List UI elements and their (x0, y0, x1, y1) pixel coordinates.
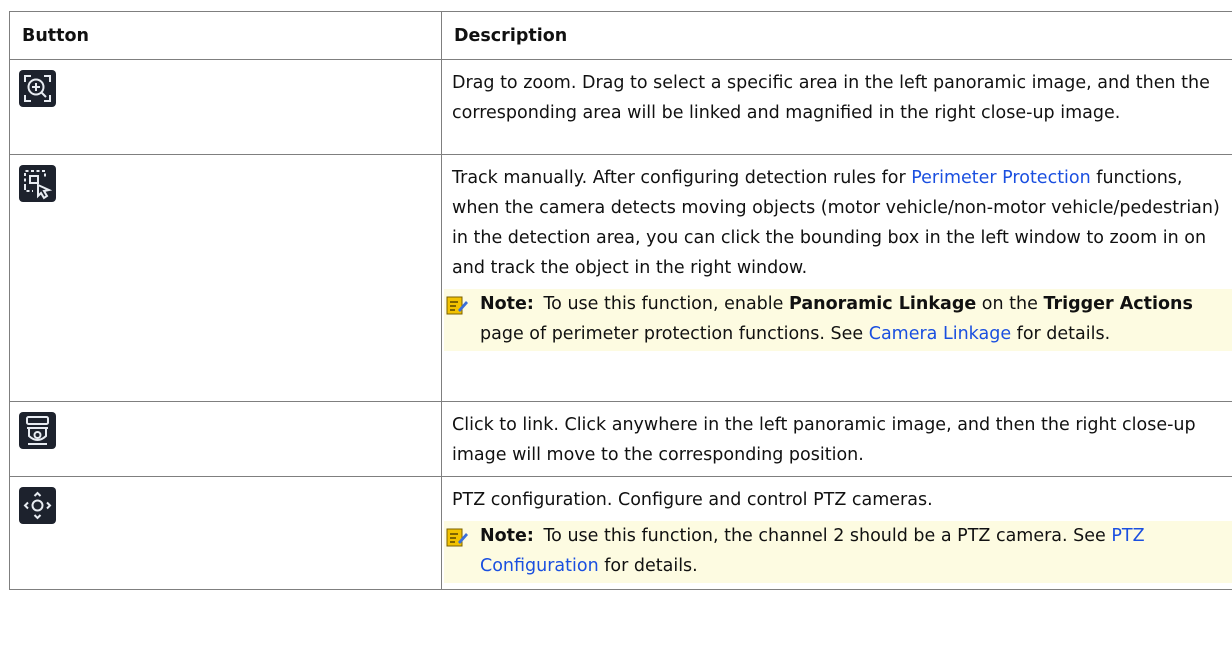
description-text: PTZ configuration. Configure and control… (452, 490, 933, 510)
description-cell: Track manually. After configuring detect… (441, 154, 1232, 402)
camera-linkage-link[interactable]: Camera Linkage (869, 324, 1011, 344)
note-text: To use this function, enable (537, 294, 789, 314)
dome-camera-link-icon (19, 412, 56, 449)
note-label: Note: (480, 526, 534, 546)
note-text: for details. (1011, 324, 1111, 344)
note-text: for details. (598, 556, 698, 576)
table-header-row: Button Description (9, 11, 1232, 60)
description-text: Drag to zoom. Drag to select a specific … (452, 73, 1210, 123)
table-row: Track manually. After configuring detect… (9, 154, 1232, 402)
note-text: To use this function, the channel 2 shou… (537, 526, 1112, 546)
description-cell: Drag to zoom. Drag to select a specific … (441, 59, 1232, 155)
note-bold-text: Panoramic Linkage (788, 294, 977, 314)
table-row: Drag to zoom. Drag to select a specific … (9, 59, 1232, 155)
note-box: Note: To use this function, enable Panor… (444, 289, 1232, 351)
button-cell (9, 476, 442, 590)
note-label: Note: (480, 294, 534, 314)
ptz-control-icon (19, 487, 56, 524)
note-icon (446, 295, 468, 315)
zoom-in-frame-icon (19, 70, 56, 107)
button-description-table: Button Description Drag to zoom. Drag to… (9, 11, 1232, 590)
note-box: Note: To use this function, the channel … (444, 521, 1232, 583)
table-row: Click to link. Click anywhere in the lef… (9, 401, 1232, 477)
note-text: on the (976, 294, 1044, 314)
manual-track-icon (19, 165, 56, 202)
description-cell: Click to link. Click anywhere in the lef… (441, 401, 1232, 477)
description-text: Click to link. Click anywhere in the lef… (452, 415, 1196, 465)
button-cell (9, 59, 442, 155)
perimeter-protection-link[interactable]: Perimeter Protection (911, 168, 1091, 188)
button-cell (9, 401, 442, 477)
table-row: PTZ configuration. Configure and control… (9, 476, 1232, 590)
description-cell: PTZ configuration. Configure and control… (441, 476, 1232, 590)
header-description: Description (441, 11, 1232, 60)
note-text: page of perimeter protection functions. … (480, 324, 869, 344)
description-text: Track manually. After configuring detect… (452, 168, 912, 188)
header-button: Button (9, 11, 442, 60)
note-icon (446, 527, 468, 547)
button-cell (9, 154, 442, 402)
note-bold-text: Trigger Actions (1043, 294, 1193, 314)
